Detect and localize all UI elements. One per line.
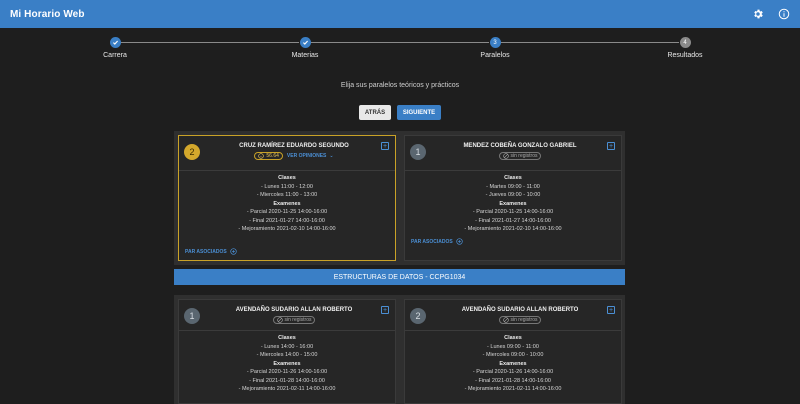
- subject-panel: 1 + AVENDAÑO SUDARIO ALLAN ROBERTO sin r…: [174, 295, 625, 404]
- exam-item: - Final 2021-01-27 14:00-16:00: [475, 217, 551, 224]
- parallel-card[interactable]: 1 + AVENDAÑO SUDARIO ALLAN ROBERTO sin r…: [178, 299, 396, 404]
- teacher-name: AVENDAÑO SUDARIO ALLAN ROBERTO: [235, 307, 353, 313]
- check-icon: [299, 37, 311, 48]
- exam-item: - Final 2021-01-27 14:00-16:00: [249, 217, 325, 224]
- schedule-details: Clases - Lunes 09:00 - 11:00 - Miercoles…: [405, 334, 621, 394]
- rating-value: sin registros: [510, 317, 538, 323]
- paired-label: PAR ASOCIADOS: [411, 238, 453, 245]
- back-button[interactable]: ATRÁS: [359, 105, 391, 120]
- add-box-icon[interactable]: +: [607, 142, 615, 150]
- class-item: - Miercoles 09:00 - 10:00: [482, 352, 544, 358]
- app-bar: Mi Horario Web: [0, 0, 800, 28]
- step-number: 3: [489, 37, 501, 48]
- add-box-icon[interactable]: +: [607, 306, 615, 314]
- classes-header: Clases: [504, 335, 522, 341]
- schedule-details: Clases - Lunes 11:00 - 12:00 - Miercoles…: [179, 174, 395, 234]
- add-box-icon[interactable]: +: [381, 306, 389, 314]
- chevron-down-icon: ⌄: [329, 153, 334, 159]
- teacher-name: MENDEZ COBEÑA GONZALO GABRIEL: [463, 143, 577, 149]
- add-circle-icon: [456, 238, 463, 245]
- exams-header: Examenes: [273, 200, 301, 207]
- check-icon: [109, 37, 121, 48]
- class-item: - Lunes 09:00 - 11:00: [487, 343, 539, 350]
- info-icon[interactable]: [778, 8, 790, 20]
- exam-item: - Parcial 2020-11-26 14:00-16:00: [246, 369, 328, 375]
- classes-header: Clases: [504, 175, 522, 181]
- add-circle-icon: [230, 248, 237, 255]
- exam-item: - Mejoramiento 2021-02-11 14:00-16:00: [238, 386, 336, 392]
- teacher-name: AVENDAÑO SUDARIO ALLAN ROBERTO: [461, 307, 579, 313]
- subject-panel: 2 + CRUZ RAMÍREZ EDUARDO SEGUNDO 56.64 V…: [174, 131, 625, 265]
- class-item: - Lunes 11:00 - 12:00: [261, 183, 313, 190]
- app-title: Mi Horario Web: [10, 8, 85, 20]
- class-item: - Martes 09:00 - 11:00: [486, 183, 540, 190]
- schedule-details: Clases - Martes 09:00 - 11:00 - Jueves 0…: [405, 174, 621, 234]
- view-opinions-label: VER OPINIONES: [286, 153, 327, 159]
- step-materias[interactable]: Materias: [245, 37, 365, 59]
- stepper: Carrera Materias 3 Paralelos 4 Resultado…: [0, 28, 800, 70]
- step-label: Paralelos: [480, 52, 510, 59]
- parallel-number-badge: 2: [410, 308, 426, 324]
- classes-header: Clases: [278, 175, 296, 181]
- exams-header: Examenes: [273, 360, 301, 367]
- class-item: - Miercoles 14:00 - 15:00: [256, 352, 318, 358]
- exam-item: - Mejoramiento 2021-02-10 14:00-16:00: [464, 226, 562, 232]
- paired-link[interactable]: PAR ASOCIADOS: [411, 238, 463, 245]
- divider: [405, 330, 621, 331]
- exam-item: - Final 2021-01-28 14:00-16:00: [249, 377, 325, 384]
- exam-item: - Final 2021-01-28 14:00-16:00: [475, 377, 551, 384]
- schedule-details: Clases - Lunes 14:00 - 16:00 - Miercoles…: [179, 334, 395, 394]
- step-carrera[interactable]: Carrera: [55, 37, 175, 59]
- block-icon: [276, 317, 283, 323]
- smile-icon: [258, 153, 265, 159]
- exam-item: - Parcial 2020-11-25 14:00-16:00: [472, 209, 554, 215]
- class-item: - Miercoles 11:00 - 13:00: [256, 192, 318, 198]
- block-icon: [502, 153, 509, 159]
- parallel-card[interactable]: 2 + CRUZ RAMÍREZ EDUARDO SEGUNDO 56.64 V…: [178, 135, 396, 261]
- paired-label: PAR ASOCIADOS: [185, 248, 227, 255]
- subject-header: ESTRUCTURAS DE DATOS - CCPG1034: [174, 269, 625, 285]
- step-label: Materias: [291, 52, 319, 59]
- exams-header: Examenes: [499, 360, 527, 367]
- rating-chip: sin registros: [498, 152, 542, 160]
- exam-item: - Parcial 2020-11-26 14:00-16:00: [472, 369, 554, 375]
- step-paralelos[interactable]: 3 Paralelos: [435, 37, 555, 59]
- parallel-card[interactable]: 1 + MENDEZ COBEÑA GONZALO GABRIEL sin re…: [404, 135, 622, 261]
- rating-value: sin registros: [510, 153, 538, 159]
- exam-item: - Parcial 2020-11-25 14:00-16:00: [246, 209, 328, 215]
- paired-link[interactable]: PAR ASOCIADOS: [185, 248, 237, 255]
- parallel-card[interactable]: 2 + AVENDAÑO SUDARIO ALLAN ROBERTO sin r…: [404, 299, 622, 404]
- step-label: Carrera: [103, 52, 127, 59]
- exam-item: - Mejoramiento 2021-02-11 14:00-16:00: [464, 386, 562, 392]
- add-box-icon[interactable]: +: [381, 142, 389, 150]
- settings-icon[interactable]: [752, 8, 764, 20]
- instructions-text: Elija sus paralelos teóricos y prácticos: [340, 82, 460, 89]
- step-number: 4: [679, 37, 691, 48]
- step-label: Resultados: [667, 52, 703, 59]
- divider: [405, 170, 621, 171]
- rating-value: sin registros: [284, 317, 312, 323]
- parallel-number-badge: 2: [184, 144, 200, 160]
- class-item: - Jueves 09:00 - 10:00: [485, 192, 541, 198]
- divider: [179, 330, 395, 331]
- classes-header: Clases: [278, 335, 296, 341]
- class-item: - Lunes 14:00 - 16:00: [260, 343, 314, 350]
- parallel-number-badge: 1: [184, 308, 200, 324]
- step-resultados[interactable]: 4 Resultados: [625, 37, 745, 59]
- next-button[interactable]: SIGUIENTE: [397, 105, 441, 120]
- view-opinions-link[interactable]: VER OPINIONES ⌄: [287, 153, 334, 159]
- rating-chip: 56.64: [254, 152, 283, 160]
- divider: [179, 170, 395, 171]
- block-icon: [502, 317, 509, 323]
- rating-chip: sin registros: [498, 316, 542, 324]
- parallel-number-badge: 1: [410, 144, 426, 160]
- exam-item: - Mejoramiento 2021-02-10 14:00-16:00: [238, 226, 336, 232]
- exams-header: Examenes: [499, 200, 527, 207]
- rating-value: 56.64: [266, 153, 279, 159]
- teacher-name: CRUZ RAMÍREZ EDUARDO SEGUNDO: [239, 143, 349, 149]
- rating-chip: sin registros: [272, 316, 316, 324]
